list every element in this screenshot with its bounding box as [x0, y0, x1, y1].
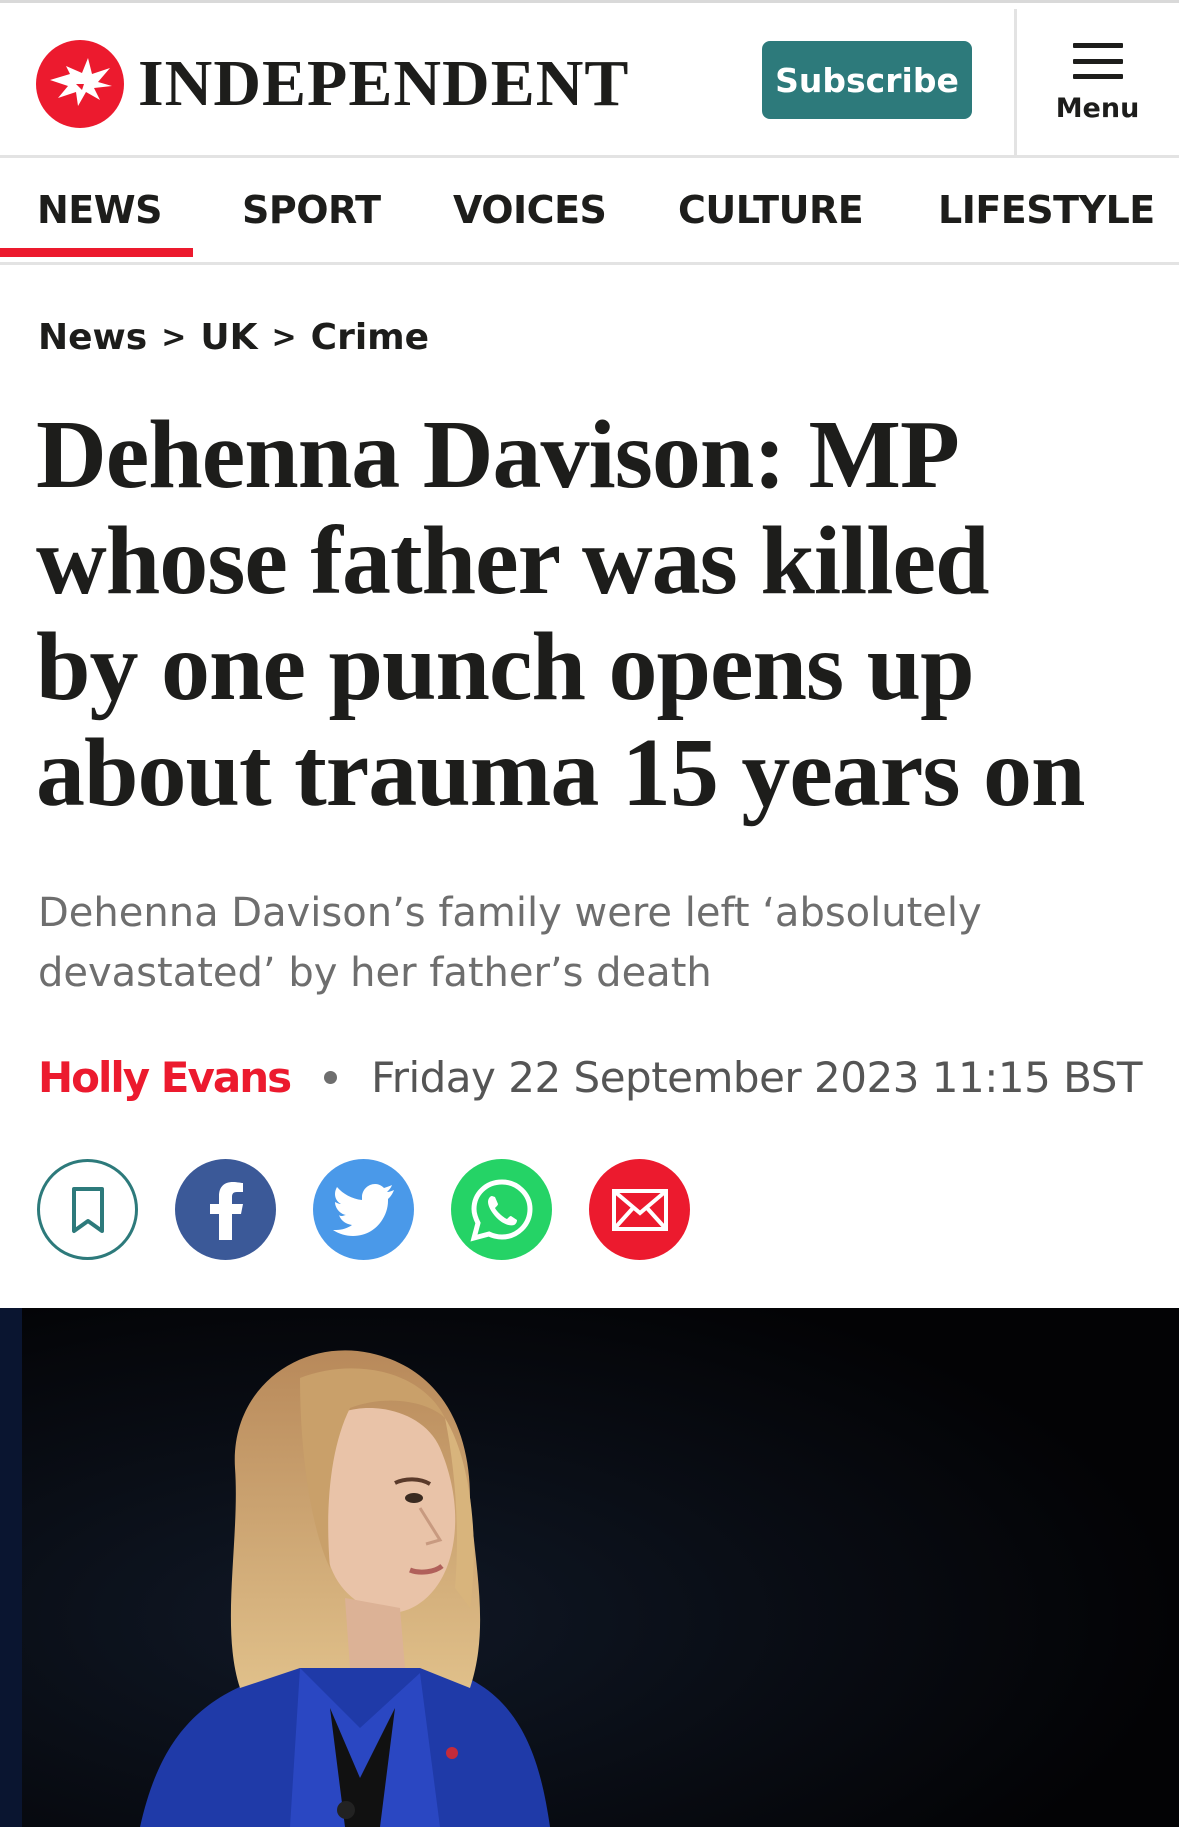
hero-photo-illustration: [0, 1308, 1179, 1827]
nav-item-news[interactable]: NEWS: [37, 188, 163, 232]
breadcrumb-crime[interactable]: Crime: [311, 317, 429, 358]
share-bar: [37, 1159, 727, 1260]
email-share-button[interactable]: [589, 1159, 690, 1260]
facebook-icon: [209, 1181, 243, 1240]
breadcrumb-uk[interactable]: UK: [200, 317, 257, 358]
menu-button[interactable]: Menu: [1030, 33, 1165, 133]
breadcrumb-news[interactable]: News: [38, 317, 147, 358]
nav-active-indicator: [0, 248, 193, 257]
breadcrumb-separator: >: [271, 320, 297, 355]
headline-line: by one punch opens up: [36, 613, 975, 721]
nav-item-voices[interactable]: VOICES: [453, 188, 607, 232]
header-divider: [1014, 9, 1017, 155]
hamburger-icon: [1072, 43, 1123, 79]
whatsapp-icon: [469, 1178, 533, 1242]
bookmark-button[interactable]: [37, 1159, 138, 1260]
subscribe-button[interactable]: Subscribe: [762, 41, 972, 119]
publish-date: Friday 22 September 2023 11:15 BST: [371, 1053, 1143, 1102]
site-logo[interactable]: INDEPENDENT: [36, 39, 629, 129]
headline-line: Dehenna Davison: MP: [36, 401, 960, 509]
headline-line: whose father was killed: [36, 507, 990, 615]
author-link[interactable]: Holly Evans: [38, 1053, 292, 1102]
hero-image: [0, 1308, 1179, 1827]
facebook-share-button[interactable]: [175, 1159, 276, 1260]
section-nav: NEWS SPORT VOICES CULTURE LIFESTYLE: [0, 158, 1179, 265]
menu-label: Menu: [1055, 93, 1140, 124]
breadcrumb: News > UK > Crime: [38, 317, 429, 358]
twitter-share-button[interactable]: [313, 1159, 414, 1260]
article-headline: Dehenna Davison: MP whose father was kil…: [36, 402, 1146, 826]
nav-item-culture[interactable]: CULTURE: [678, 188, 864, 232]
nav-item-sport[interactable]: SPORT: [242, 188, 381, 232]
whatsapp-share-button[interactable]: [451, 1159, 552, 1260]
nav-item-lifestyle[interactable]: LIFESTYLE: [938, 188, 1155, 232]
twitter-icon: [332, 1183, 394, 1236]
eagle-logo-icon: [36, 40, 124, 128]
byline: Holly Evans Friday 22 September 2023 11:…: [38, 1053, 1143, 1102]
site-header: INDEPENDENT Subscribe Menu: [0, 3, 1179, 158]
email-icon: [611, 1188, 668, 1231]
bookmark-icon: [71, 1186, 104, 1233]
logo-wordmark: INDEPENDENT: [138, 47, 630, 120]
breadcrumb-separator: >: [161, 320, 187, 355]
headline-line: about trauma 15 years on: [36, 719, 1086, 827]
byline-dot: [324, 1071, 338, 1084]
article-standfirst: Dehenna Davison’s family were left ‘abso…: [38, 890, 982, 996]
